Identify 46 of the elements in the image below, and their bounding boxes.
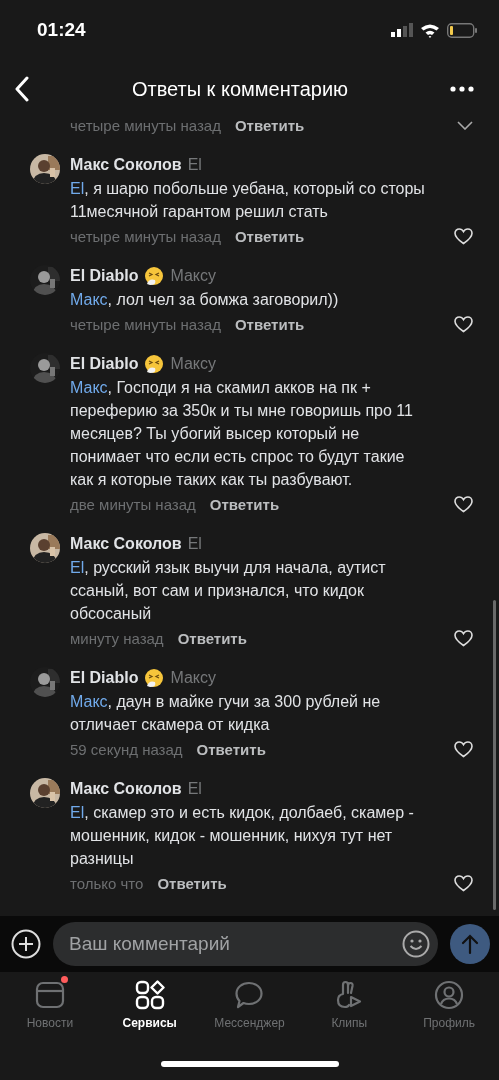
author-name[interactable]: Макс Соколов	[70, 156, 182, 174]
comment-text: Макс, даун в майке гучи за 300 рублей не отличает скамера от кидка	[70, 692, 382, 735]
comment-time: две минуты назад	[70, 495, 196, 513]
reply-link[interactable]: Ответить	[234, 315, 305, 333]
author-name[interactable]: El Diablo	[70, 267, 139, 285]
mention-link[interactable]: El	[70, 804, 85, 821]
reply-to-name: Максу	[170, 267, 217, 285]
comment-time: четыре минуты назад	[70, 116, 221, 134]
reply-to-name: El	[187, 156, 202, 174]
reply-link[interactable]: Ответить	[157, 874, 227, 892]
reply-to-name: Максу	[170, 669, 217, 687]
comment-time: минуту назад	[70, 629, 164, 647]
reply-to-name: Максу	[170, 355, 217, 373]
header-title: Ответы к комментарию	[131, 77, 349, 101]
tab-item[interactable]: Клипы	[299, 980, 400, 1060]
tab-item[interactable]: Сервисы	[99, 980, 200, 1060]
reply-link[interactable]: Ответить	[177, 629, 247, 647]
tab-item[interactable]: Мессенджер	[199, 980, 300, 1060]
reply-link[interactable]: Ответить	[209, 495, 280, 513]
comment-time: четыре минуты назад	[70, 227, 221, 245]
mention-link[interactable]: Макс	[70, 379, 108, 396]
tab-item[interactable]: Новости	[0, 980, 100, 1060]
comment-text: Макс, Господи я на скамил акков на пк + переферию за 350к и ты мне говоришь про 11 месяцев? Ты убогий высер который не понимает что если есть спрос то будут такие как я которые таких как ты разбувают.	[70, 378, 414, 490]
author-name[interactable]: El Diablo	[70, 669, 139, 687]
author-name[interactable]: El Diablo	[70, 355, 139, 373]
tab-item[interactable]: Профиль	[399, 980, 499, 1060]
reply-link[interactable]: Ответить	[196, 740, 266, 758]
comment-time: только что	[70, 874, 144, 892]
comment-time: 59 секунд назад	[70, 740, 183, 758]
comment-text: El, русский язык выучи для начала, аутист ссаный, вот сам и признался, что кидок обсосаный	[70, 558, 387, 624]
reply-to-name: El	[187, 780, 202, 798]
mention-link[interactable]: Макс	[70, 291, 108, 308]
mention-link[interactable]: Макс	[70, 693, 108, 710]
author-name[interactable]: Макс Соколов	[70, 535, 182, 553]
status-time: 01:24	[37, 19, 86, 41]
comment-text: Макс, лол чел за бомжа заговорил))	[70, 290, 340, 310]
mention-link[interactable]: El	[70, 559, 85, 576]
reply-link[interactable]: Ответить	[234, 116, 305, 134]
reply-link[interactable]: Ответить	[234, 227, 305, 245]
reply-to-name: El	[187, 535, 202, 553]
author-name[interactable]: Макс Соколов	[70, 780, 182, 798]
comment-text: El, скамер это и есть кидок, долбаеб, скамер - мошенник, кидок - мошенник, нихуя тут нет разницы	[70, 803, 415, 869]
comment-box[interactable]: Ваш комментарий	[53, 922, 438, 966]
comment-time: четыре минуты назад	[70, 315, 221, 333]
mention-link[interactable]: El	[70, 180, 85, 197]
comment-text: El, я шарю побольше уебана, который со сторы 11месячной гарантом решил стать	[70, 179, 426, 222]
